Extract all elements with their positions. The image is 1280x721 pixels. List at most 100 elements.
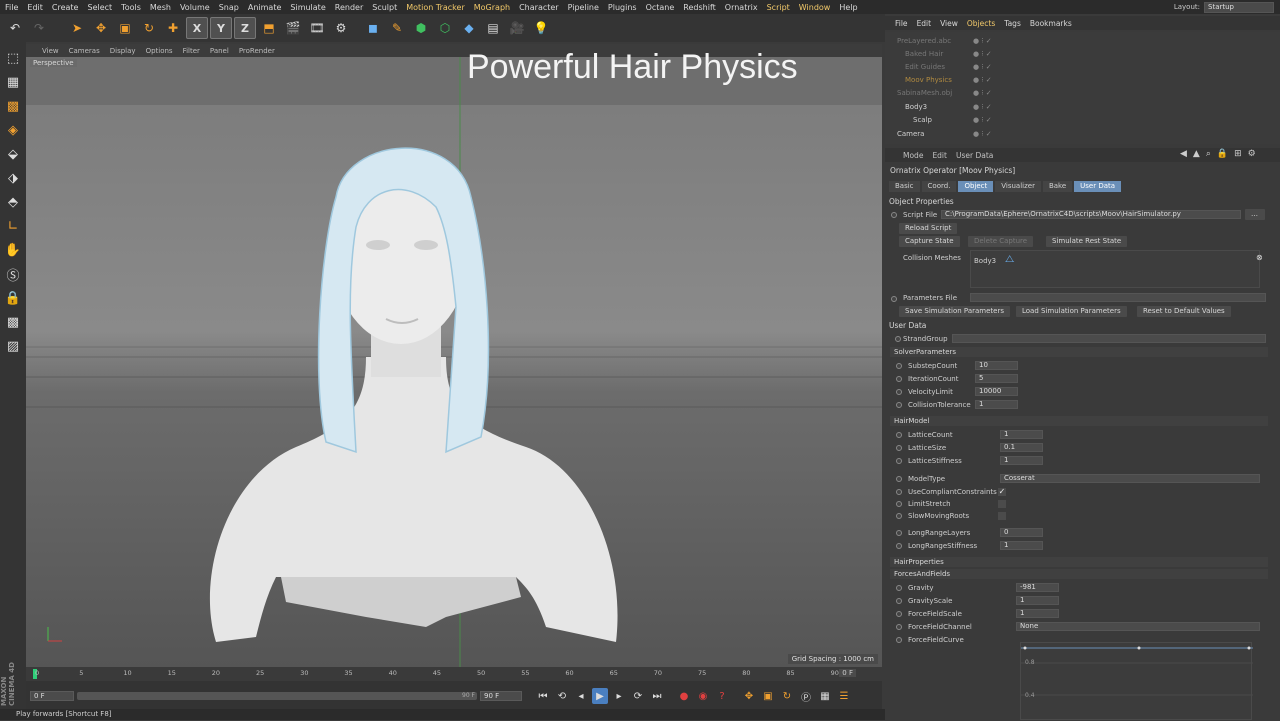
viewport-menu-panel[interactable]: Panel — [210, 47, 229, 55]
menu-tools[interactable]: Tools — [121, 3, 141, 12]
menu-motion-tracker[interactable]: Motion Tracker — [406, 3, 465, 12]
viewport-menu-options[interactable]: Options — [146, 47, 173, 55]
menu-pipeline[interactable]: Pipeline — [568, 3, 599, 12]
lock-workplane-icon[interactable]: ▩ — [3, 312, 23, 332]
menu-render[interactable]: Render — [335, 3, 363, 12]
param-bullet[interactable] — [896, 458, 902, 464]
planar-workplane-icon[interactable]: ▨ — [3, 336, 23, 356]
reset-default-values-button[interactable]: Reset to Default Values — [1137, 306, 1231, 317]
forcefieldchannel-bullet[interactable] — [896, 624, 902, 630]
param-field[interactable]: 0.1 — [1000, 443, 1043, 452]
menu-animate[interactable]: Animate — [248, 3, 282, 12]
rotation-key-icon[interactable]: ↻ — [779, 688, 795, 704]
hairproperties-section[interactable]: HairProperties — [890, 557, 1268, 567]
script-file-bullet[interactable] — [891, 212, 897, 218]
object-row[interactable]: Edit Guides ● ⁝ ✓ — [885, 61, 1280, 74]
menu-mesh[interactable]: Mesh — [150, 3, 171, 12]
param-field[interactable]: 10 — [975, 361, 1018, 370]
scale-key-icon[interactable]: ▣ — [760, 688, 776, 704]
menu-script[interactable]: Script — [767, 3, 790, 12]
tweak-icon[interactable]: ✋ — [3, 240, 23, 260]
menu-help[interactable]: Help — [839, 3, 857, 12]
strandgroup-bullet[interactable] — [895, 336, 901, 342]
polygons-mode-icon[interactable]: ⬘ — [3, 192, 23, 212]
next-key-icon[interactable]: ⟳ — [630, 688, 646, 704]
visibility-dots-icon[interactable]: ● ⁝ ✓ — [973, 130, 992, 138]
menu-select[interactable]: Select — [87, 3, 112, 12]
param-field[interactable]: 1 — [1000, 456, 1043, 465]
record-icon[interactable]: ● — [676, 688, 692, 704]
viewport[interactable]: Perspective Grid Spacing : 1000 cm — [26, 57, 882, 667]
lock-icon[interactable]: 🔒 — [1217, 149, 1228, 159]
prev-key-icon[interactable]: ⟲ — [554, 688, 570, 704]
object-row[interactable]: SabinaMesh.obj ● ⁝ ✓ — [885, 87, 1280, 100]
visibility-dots-icon[interactable]: ● ⁝ ✓ — [973, 89, 992, 97]
pla-key-icon[interactable]: ▦ — [817, 688, 833, 704]
settings-icon[interactable]: ⚙ — [1248, 149, 1256, 159]
layout-select[interactable]: Startup — [1204, 1, 1274, 13]
param-bullet[interactable] — [896, 376, 902, 382]
goto-start-icon[interactable]: ⏮ — [535, 688, 551, 704]
axis-mode-icon[interactable]: ∟ — [3, 216, 23, 236]
modeltype-select[interactable]: Cosserat — [1000, 474, 1260, 483]
position-key-icon[interactable]: ✥ — [741, 688, 757, 704]
tab-user-data[interactable]: User Data — [1074, 181, 1122, 192]
keyframe-selection-icon[interactable]: ? — [714, 688, 730, 704]
am-menu-user-data[interactable]: User Data — [956, 151, 993, 160]
z-axis-icon[interactable]: Z — [234, 17, 256, 39]
tab-visualizer[interactable]: Visualizer — [995, 181, 1041, 192]
coordinate-system-icon[interactable]: ⬒ — [258, 17, 280, 39]
edges-mode-icon[interactable]: ⬗ — [3, 168, 23, 188]
render-picture-viewer-icon[interactable]: 🎞 — [306, 17, 328, 39]
om-menu-tags[interactable]: Tags — [1004, 19, 1021, 28]
visibility-dots-icon[interactable]: ● ⁝ ✓ — [973, 103, 992, 111]
model-mode-icon[interactable]: ▦ — [3, 72, 23, 92]
param-field[interactable]: 0 — [1000, 528, 1043, 537]
autokey-icon[interactable]: ◉ — [695, 688, 711, 704]
tab-coord-[interactable]: Coord. — [921, 181, 957, 192]
snap-icon[interactable]: Ⓢ — [3, 264, 23, 284]
param-field[interactable]: 1 — [1000, 430, 1043, 439]
param-key-icon[interactable]: Ⓟ — [798, 688, 814, 704]
menu-window[interactable]: Window — [799, 3, 831, 12]
forcefield-curve-editor[interactable]: 0.8 0.4 — [1020, 642, 1253, 720]
visibility-dots-icon[interactable]: ● ⁝ ✓ — [973, 116, 992, 124]
rotate-icon[interactable]: ↻ — [138, 17, 160, 39]
menu-mograph[interactable]: MoGraph — [474, 3, 510, 12]
param-bullet[interactable] — [896, 445, 902, 451]
om-menu-bookmarks[interactable]: Bookmarks — [1030, 19, 1072, 28]
om-menu-file[interactable]: File — [895, 19, 908, 28]
menu-volume[interactable]: Volume — [180, 3, 210, 12]
param-field[interactable]: -981 — [1016, 583, 1059, 592]
make-editable-icon[interactable]: ⬚ — [3, 48, 23, 68]
visibility-dots-icon[interactable]: ● ⁝ ✓ — [973, 76, 992, 84]
points-mode-icon[interactable]: ⬙ — [3, 144, 23, 164]
param-field[interactable]: 1 — [1016, 609, 1059, 618]
param-bullet[interactable] — [896, 432, 902, 438]
goto-end-icon[interactable]: ⏭ — [649, 688, 665, 704]
subdivision-icon[interactable]: ⬢ — [410, 17, 432, 39]
param-bullet[interactable] — [896, 363, 902, 369]
up-arrow-icon[interactable]: ▲ — [1193, 149, 1200, 159]
capture-state-button[interactable]: Capture State — [899, 236, 960, 247]
collision-meshes-list[interactable]: Body3 ⧍ — [970, 250, 1260, 288]
param-bullet[interactable] — [896, 501, 902, 507]
viewport-menu-display[interactable]: Display — [110, 47, 136, 55]
menu-edit[interactable]: Edit — [27, 3, 43, 12]
om-menu-edit[interactable]: Edit — [917, 19, 932, 28]
light-icon[interactable]: 💡 — [530, 17, 552, 39]
collision-mesh-item[interactable]: Body3 — [974, 257, 996, 265]
param-bullet[interactable] — [896, 598, 902, 604]
back-arrow-icon[interactable]: ◀ — [1180, 149, 1187, 159]
forcefieldchannel-select[interactable]: None — [1016, 622, 1260, 631]
checkbox[interactable]: ✓ — [998, 488, 1006, 496]
tab-object[interactable]: Object — [958, 181, 994, 192]
param-field[interactable]: 1 — [1000, 541, 1043, 550]
menu-simulate[interactable]: Simulate — [290, 3, 325, 12]
hairmodel-section[interactable]: HairModel — [890, 416, 1268, 426]
redo-icon[interactable]: ↷ — [28, 17, 50, 39]
floor-icon[interactable]: ▤ — [482, 17, 504, 39]
load-simulation-parameters-button[interactable]: Load Simulation Parameters — [1016, 306, 1127, 317]
param-field[interactable]: 10000 — [975, 387, 1018, 396]
x-axis-icon[interactable]: X — [186, 17, 208, 39]
